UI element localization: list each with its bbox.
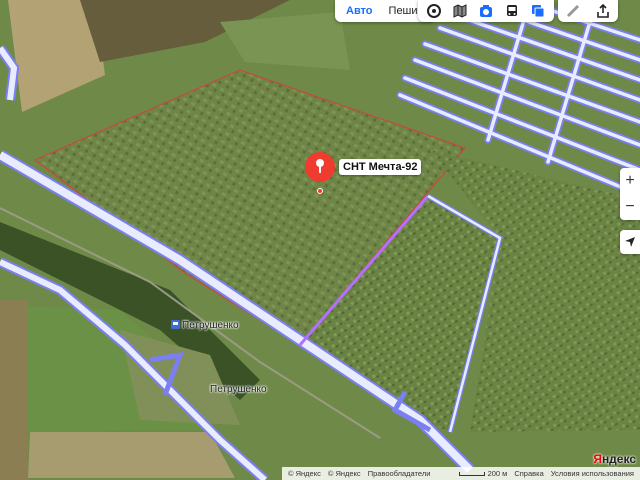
panorama-icon[interactable] <box>422 0 446 22</box>
yandex-logo: Яндекс <box>593 452 636 466</box>
scale-bar: 200 м <box>458 469 508 478</box>
satellite-map[interactable] <box>0 0 640 480</box>
zoom-control: + − <box>620 168 640 220</box>
zoom-in-button[interactable]: + <box>620 168 640 194</box>
zoom-out-button[interactable]: − <box>620 194 640 220</box>
copyright-1: © Яндекс <box>288 469 321 478</box>
layers-toolbar <box>418 0 554 22</box>
layers-icon[interactable] <box>448 0 472 22</box>
map-footer: © Яндекс © Яндекс Правообладатели 200 м … <box>282 467 640 480</box>
navigation-arrow-icon <box>625 237 635 247</box>
field-bottom-left <box>28 432 235 478</box>
scale-label: 200 м <box>487 469 508 478</box>
camera-icon[interactable] <box>474 0 498 22</box>
help-link[interactable]: Справка <box>514 469 543 478</box>
bus-icon[interactable] <box>500 0 524 22</box>
traffic-icon[interactable] <box>526 0 550 22</box>
locate-button[interactable] <box>620 230 640 254</box>
field-left-strip <box>0 300 28 480</box>
copyright-2: © Яндекс <box>327 469 361 478</box>
tab-auto[interactable]: Авто <box>341 2 378 20</box>
poi-label[interactable]: СНТ Мечта-92 <box>339 159 422 175</box>
share-icon[interactable] <box>591 0 615 22</box>
tools-toolbar <box>558 0 618 22</box>
bus-stop-icon <box>171 320 180 329</box>
rights-holders-link[interactable]: Правообладатели <box>368 469 431 478</box>
terms-link[interactable]: Условия использования <box>551 469 640 478</box>
station-label: Петрушенко <box>182 320 239 331</box>
village-label: Петрушенко <box>210 384 267 395</box>
ruler-icon[interactable] <box>561 0 585 22</box>
